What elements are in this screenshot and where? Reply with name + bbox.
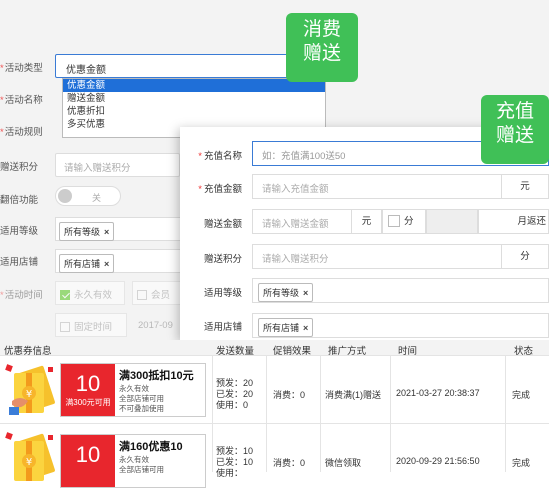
activity-type-select[interactable]: 优惠金额 [55,54,325,78]
coupon-stacking: 不可叠加使用 [119,404,164,413]
gift-points-input[interactable]: 请输入赠送积分 [252,244,502,269]
recharge-gift-badge: 充值 赠送 [481,95,549,164]
coupon-condition: 满300元可用 [65,398,111,407]
coupon-title: 满300抵扣10元 [119,370,194,382]
created-time: 2020-09-29 21:56:50 [396,456,480,466]
store-tag: 所有店铺 × [258,318,314,337]
dropdown-option[interactable]: 优惠金额 [63,79,325,92]
recharge-name-label: * 充值名称 [198,151,242,162]
recharge-amount-input[interactable]: 请输入充值金额 [252,174,502,199]
activity-name-label: *活动名称 [0,95,43,106]
promo-method: 消费满(1)赠送 [325,390,381,400]
activity-time-label: *活动时间 [0,290,43,301]
promo-method: 微信领取 [325,458,362,468]
table-header: 优惠券信息 发送数量 促销效果 推广方式 时间 状态 [0,340,549,357]
recharge-amount-label: * 充值金额 [198,184,242,195]
effect-value: 消费：0 [273,458,306,468]
col-promo: 推广方式 [328,346,367,357]
checkbox-icon [60,322,70,333]
remove-tag-icon[interactable]: × [303,288,308,298]
start-date-fragment[interactable]: 2017-09 [138,320,173,331]
toggle-knob [58,189,72,203]
created-time: 2021-03-27 20:38:37 [396,388,480,398]
col-coupon-info: 优惠券信息 [4,346,52,357]
double-func-label: 翻倍功能 [0,195,39,206]
level-label: 适用等级 [0,226,39,237]
dropdown-option[interactable]: 优惠折扣 [63,105,325,118]
level-tag: 所有等级 × [59,222,115,241]
checkbox-icon [137,290,147,301]
permanent-checkbox[interactable]: 永久有效 [55,281,125,305]
checkbox-icon [388,215,400,228]
store-label: 适用店铺 [0,257,39,268]
double-func-toggle[interactable]: 关 [55,186,121,206]
gift-amount-unit: 元 [352,209,382,234]
col-send-count: 发送数量 [216,346,255,357]
remove-tag-icon[interactable]: × [104,227,109,237]
col-status: 状态 [514,346,534,357]
toggle-state-label: 关 [92,193,102,203]
split-months-input[interactable] [426,209,478,234]
status-text: 完成 [512,390,531,400]
table-row[interactable]: ¥ 10 满300元可用 满300抵扣10元 永久有效 全部店铺可用 不可叠加使… [0,356,549,424]
level-tag-field[interactable]: 所有等级 × [55,217,195,241]
store-tag-field[interactable]: 所有店铺 × [252,313,549,338]
gift-amount-input[interactable]: 请输入赠送金额 [252,209,352,234]
activity-type-label: *活动类型 [0,63,43,74]
level-tag: 所有等级 × [258,283,314,302]
level-tag-field[interactable]: 所有等级 × [252,278,549,303]
remove-tag-icon[interactable]: × [104,259,109,269]
recharge-amount-unit: 元 [502,174,549,199]
gift-amount-label: 赠送金额 [203,219,242,230]
svg-text:¥: ¥ [26,389,32,400]
status-text: 完成 [512,458,531,468]
activity-rule-label: *活动规则 [0,127,43,138]
store-tag: 所有店铺 × [59,254,115,273]
coupon-card[interactable]: 10 满160优惠10 永久有效 全部店铺可用 [60,434,206,488]
consumption-gift-badge: 消费 赠送 [286,13,358,82]
gift-voucher-icon: ¥ [5,432,55,481]
checkbox-icon [60,290,70,301]
coupon-table: 优惠券信息 发送数量 促销效果 推广方式 时间 状态 ¥ 10 满300元可用 … [0,340,549,488]
remove-tag-icon[interactable]: × [303,323,308,333]
gift-voucher-icon: ¥ [5,364,55,415]
used-count: 使用：0 [216,400,249,410]
col-time: 时间 [398,346,418,357]
dropdown-option[interactable]: 赠送金额 [63,92,325,105]
coupon-stores: 全部店铺可用 [119,465,164,474]
store-label: 适用店铺 [203,322,242,333]
used-count: 使用： [216,468,244,478]
fixed-time-checkbox[interactable]: 固定时间 [55,313,127,337]
table-row[interactable]: ¥ 10 满160优惠10 永久有效 全部店铺可用 预发：10 已发：10 使用… [0,424,549,488]
coupon-value-panel: 10 [61,435,115,487]
gift-points-unit: 分 [502,244,549,269]
coupon-value-panel: 10 满300元可用 [61,364,115,416]
member-checkbox[interactable]: 会员 [132,281,184,305]
coupon-value: 10 [75,371,101,396]
split-checkbox[interactable]: 分 [382,209,426,234]
col-effect: 促销效果 [273,346,312,357]
coupon-value: 10 [75,442,101,467]
level-label: 适用等级 [203,288,242,299]
svg-text:¥: ¥ [26,457,32,468]
gift-points-label: 赠送积分 [0,162,39,173]
coupon-title: 满160优惠10 [119,441,183,453]
coupon-card[interactable]: 10 满300元可用 满300抵扣10元 永久有效 全部店铺可用 不可叠加使用 [60,363,206,417]
gift-points-label: 赠送积分 [203,254,242,265]
store-tag-field[interactable]: 所有店铺 × [55,249,195,273]
effect-value: 消费：0 [273,390,306,400]
gift-points-input[interactable]: 请输入赠送积分 [55,153,180,177]
monthly-return-label: 月返还 [478,209,549,234]
